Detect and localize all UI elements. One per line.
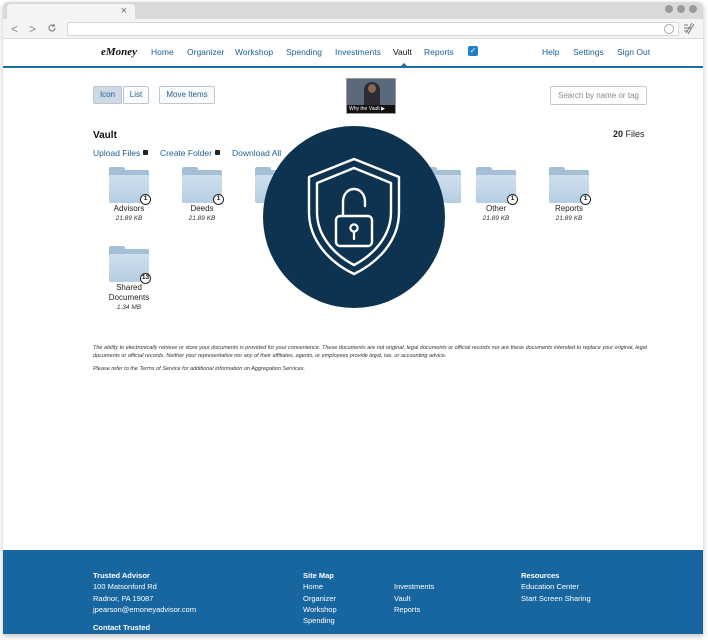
folder-count-badge: 1 [580, 194, 591, 205]
folder-icon: 1 [109, 167, 151, 205]
files-count-number: 20 [613, 129, 624, 139]
folder-other[interactable]: 1 Other 21.89 KB [466, 167, 526, 222]
reload-button[interactable] [47, 21, 57, 37]
folder-count-badge: 1 [213, 194, 224, 205]
view-list-button[interactable]: List [123, 86, 149, 104]
files-count-label: Files [625, 129, 645, 139]
folder-name: Shared Documents [108, 283, 150, 302]
folder-reports[interactable]: 1 Reports 21.89 KB [539, 167, 599, 222]
footer-address-line: Radnor, PA 19087 [93, 593, 154, 603]
nav-sign-out[interactable]: Sign Out [617, 47, 650, 57]
folder-icon: 1 [182, 167, 224, 205]
folder-count-badge: 1 [140, 194, 151, 205]
browser-tab[interactable]: × [7, 4, 135, 19]
disclaimer-text: The ability to electronically retrieve o… [93, 345, 647, 359]
footer-sitemap-col2: Investments Vault Reports [394, 581, 434, 615]
footer-advisor: Trusted Advisor 100 Matsonford Rd Radnor… [93, 570, 196, 633]
folder-size: 21.89 KB [555, 215, 583, 222]
site-footer: Trusted Advisor 100 Matsonford Rd Radnor… [3, 550, 703, 634]
folder-size: 21.89 KB [115, 215, 143, 222]
view-icon-button[interactable]: Icon [93, 86, 122, 104]
create-folder-link[interactable]: Create Folder [160, 148, 220, 158]
security-overlay [263, 126, 445, 308]
upload-files-link[interactable]: Upload Files [93, 148, 149, 158]
folder-shared-documents[interactable]: 13 Shared Documents 1.34 MB [99, 246, 159, 311]
url-input[interactable] [67, 22, 679, 36]
active-nav-caret [399, 63, 409, 68]
reload-icon [48, 24, 56, 32]
folder-advisors[interactable]: 1 Advisors 21.89 KB [99, 167, 159, 222]
lock-icon [143, 150, 149, 155]
nav-help[interactable]: Help [542, 47, 559, 57]
folder-size: 21.89 KB [482, 215, 510, 222]
footer-link-education-center[interactable]: Education Center [521, 581, 591, 592]
tab-bar: × [3, 2, 703, 19]
footer-address-line: 100 Matsonford Rd [93, 582, 157, 592]
folder-count-badge: 1 [507, 194, 518, 205]
folder-name: Deeds [190, 204, 214, 213]
window-controls [665, 5, 697, 13]
nav-workshop[interactable]: Workshop [235, 47, 273, 57]
video-caption: Why the Vault ▶ [347, 105, 395, 113]
vault-title: Vault [93, 130, 117, 141]
extension-icon[interactable] [683, 22, 695, 34]
folder-size: 1.34 MB [116, 304, 142, 311]
footer-advisor-heading: Trusted Advisor [93, 571, 150, 580]
folder-name: Advisors [113, 204, 145, 213]
video-presenter-face [368, 84, 376, 93]
folder-icon: 13 [109, 246, 151, 284]
forward-button[interactable]: > [29, 21, 36, 37]
why-the-vault-video[interactable]: Why the Vault ▶ [346, 78, 396, 114]
footer-link-reports[interactable]: Reports [394, 604, 434, 615]
window-dot[interactable] [665, 5, 673, 13]
move-items-button[interactable]: Move Items [159, 86, 215, 104]
globe-icon [664, 24, 674, 34]
footer-sitemap: Site Map Home Organizer Workshop Spendin… [303, 570, 337, 626]
address-bar-row: < > [3, 19, 703, 39]
folder-name: Reports [554, 204, 583, 213]
tab-close-icon[interactable]: × [121, 4, 127, 18]
folder-icon: 1 [549, 167, 591, 205]
folder-size: 21.89 KB [188, 215, 216, 222]
footer-link-investments[interactable]: Investments [394, 581, 434, 592]
back-button[interactable]: < [11, 21, 18, 37]
window-dot[interactable] [689, 5, 697, 13]
nav-investments[interactable]: Investments [335, 47, 381, 57]
footer-link-workshop[interactable]: Workshop [303, 604, 337, 615]
nav-settings[interactable]: Settings [573, 47, 604, 57]
folder-deeds[interactable]: 1 Deeds 21.89 KB [172, 167, 232, 222]
terms-note: Please refer to the Terms of Service for… [93, 366, 306, 372]
browser-window: × < > eMoney Home Organizer Workshop Spe… [3, 2, 703, 634]
footer-link-home[interactable]: Home [303, 581, 337, 592]
footer-contact-heading: Contact Trusted [93, 623, 151, 633]
nav-home[interactable]: Home [151, 47, 174, 57]
folder-name: Other [485, 204, 506, 213]
create-folder-label: Create Folder [160, 148, 212, 158]
nav-reports[interactable]: Reports [424, 47, 454, 57]
footer-sitemap-heading: Site Map [303, 571, 334, 580]
footer-link-spending[interactable]: Spending [303, 615, 337, 626]
folder-count-badge: 13 [140, 273, 151, 284]
footer-resources-heading: Resources [521, 571, 560, 580]
emoney-logo[interactable]: eMoney [101, 46, 137, 58]
shield-lock-icon [307, 157, 401, 276]
window-dot[interactable] [677, 5, 685, 13]
site-header: eMoney Home Organizer Workshop Spending … [3, 39, 703, 68]
folder-icon: 1 [476, 167, 518, 205]
upload-files-label: Upload Files [93, 148, 141, 158]
footer-link-screen-sharing[interactable]: Start Screen Sharing [521, 593, 591, 604]
nav-vault[interactable]: Vault [393, 47, 412, 57]
nav-organizer[interactable]: Organizer [187, 47, 224, 57]
footer-email-link[interactable]: jpearson@emoneyadvisor.com [93, 604, 196, 615]
lock-icon [214, 150, 220, 155]
checklist-icon[interactable]: ✓ [468, 46, 478, 56]
files-count: 20 Files [613, 129, 645, 139]
footer-link-organizer[interactable]: Organizer [303, 593, 337, 604]
search-input[interactable]: Search by name or tag [550, 86, 647, 105]
footer-link-vault[interactable]: Vault [394, 593, 434, 604]
footer-resources: Resources Education Center Start Screen … [521, 570, 591, 604]
nav-spending[interactable]: Spending [286, 47, 322, 57]
